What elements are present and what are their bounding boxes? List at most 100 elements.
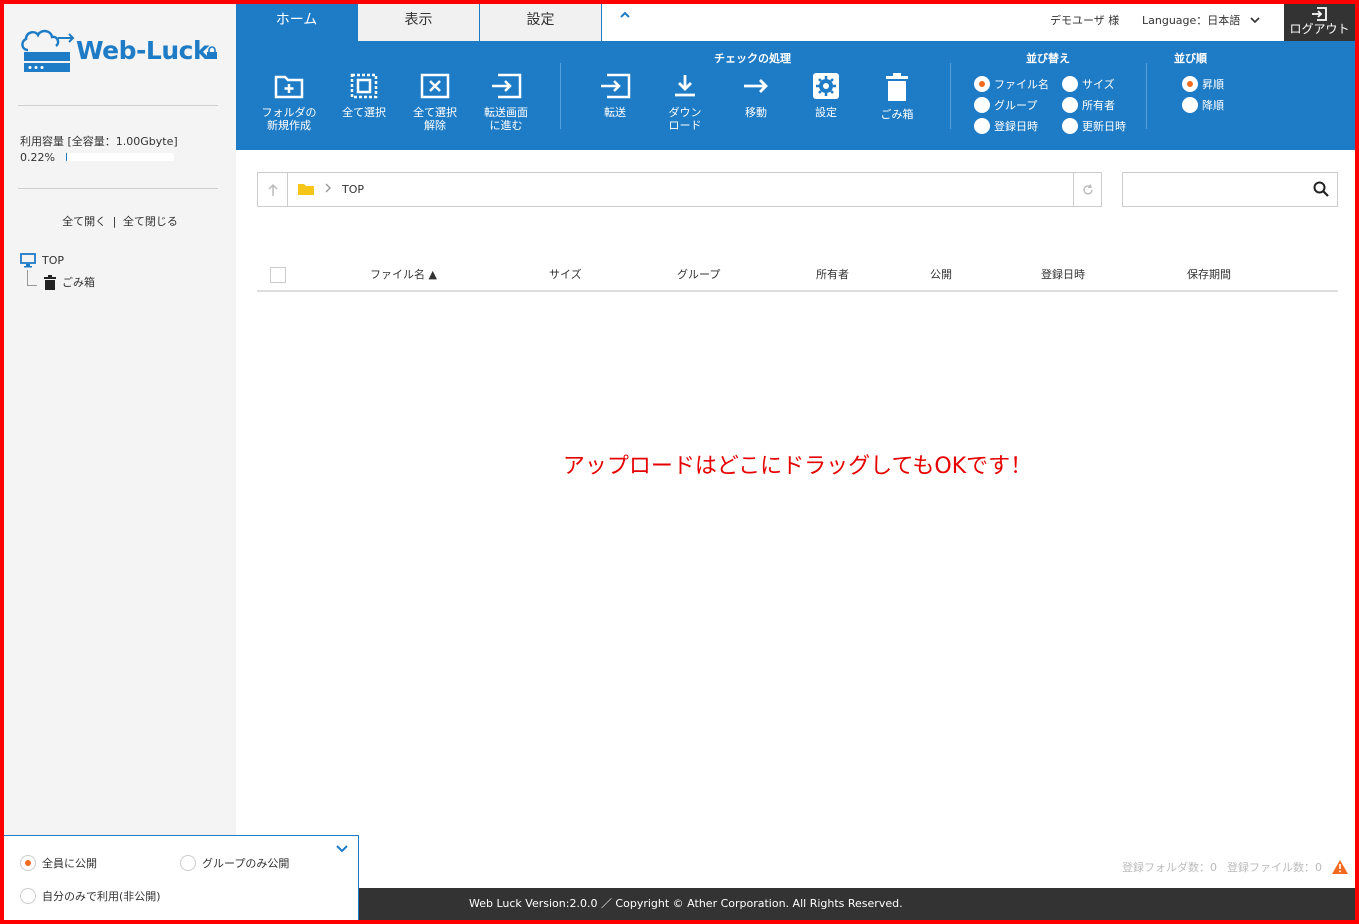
move-button[interactable]: 移動 (723, 73, 789, 119)
tab-view[interactable]: 表示 (358, 4, 480, 41)
warning-icon[interactable] (1332, 860, 1348, 874)
publish-self-radio[interactable] (20, 888, 36, 904)
col-public[interactable]: 公開 (930, 266, 952, 282)
user-name: デモユーザ 様 (1050, 14, 1120, 27)
file-count: 登録ファイル数：0 (1227, 861, 1322, 874)
sort-registered-radio[interactable] (974, 118, 990, 134)
order-heading: 並び順 (1174, 52, 1207, 65)
publish-group-label: グループのみ公開 (202, 857, 290, 870)
usage-label: 利用容量 [全容量：1.00Gbyte] (20, 135, 178, 148)
publish-group-radio[interactable] (180, 855, 196, 871)
search-input[interactable] (1122, 172, 1338, 207)
path-up-button[interactable] (258, 173, 288, 206)
sort-group-option[interactable]: グループ (974, 97, 1037, 113)
sort-filename-radio[interactable] (974, 76, 990, 92)
file-table-header: ファイル名 ▲ サイズ グループ 所有者 公開 登録日時 保存期間 (257, 254, 1338, 292)
select-all-label: 全て選択 (342, 106, 386, 119)
sort-filename-option[interactable]: ファイル名 (974, 76, 1049, 92)
search-icon[interactable] (1313, 181, 1329, 197)
sort-size-label: サイズ (1082, 78, 1115, 91)
usage-bar (66, 153, 174, 161)
sort-filename-label: ファイル名 (994, 78, 1049, 91)
toggle-divider: | (112, 215, 117, 228)
select-all-button[interactable]: 全て選択 (331, 73, 397, 119)
order-desc-option[interactable]: 降順 (1182, 97, 1224, 113)
goto-transfer-label-1: 転送画面 (484, 106, 528, 119)
order-desc-radio[interactable] (1182, 97, 1198, 113)
current-path[interactable]: TOP (342, 183, 364, 196)
transfer-label: 転送 (604, 106, 626, 119)
col-retention[interactable]: 保存期間 (1187, 266, 1231, 282)
lock-icon (207, 46, 217, 59)
download-icon (675, 75, 695, 97)
tree-item-top[interactable]: TOP (20, 253, 64, 268)
logout-button[interactable]: ログアウト (1284, 4, 1355, 41)
drop-zone-message: アップロードはどこにドラッグしてもOKです！ (562, 454, 1033, 479)
download-button[interactable]: ダウン ロード (652, 73, 718, 132)
gear-icon (813, 73, 839, 99)
sidebar: Web-Luck 利用容量 [全容量：1.00Gbyte] 0.22% 全て開く… (4, 4, 236, 920)
sort-heading: 並び替え (1026, 52, 1070, 65)
chevron-down-icon[interactable] (336, 844, 348, 854)
arrow-up-icon (267, 183, 278, 196)
publish-self-option[interactable]: 自分のみで利用(非公開) (20, 888, 161, 904)
status-counts: 登録フォルダ数：0 登録ファイル数：0 (1122, 859, 1348, 875)
tab-home[interactable]: ホーム (236, 4, 358, 41)
sort-updated-option[interactable]: 更新日時 (1062, 118, 1126, 134)
tab-settings[interactable]: 設定 (480, 4, 602, 41)
publish-all-option[interactable]: 全員に公開 (20, 855, 97, 871)
deselect-all-button[interactable]: 全て選択 解除 (402, 73, 468, 132)
app-frame: Web-Luck 利用容量 [全容量：1.00Gbyte] 0.22% 全て開く… (0, 0, 1359, 924)
chevron-up-icon[interactable] (618, 8, 632, 22)
collapse-all-link[interactable]: 全て閉じる (123, 215, 178, 228)
ribbon-separator (950, 63, 951, 129)
trash-icon (44, 274, 56, 290)
tree-item-trash[interactable]: ごみ箱 (44, 274, 95, 290)
publish-all-radio[interactable] (20, 855, 36, 871)
settings-button[interactable]: 設定 (793, 73, 859, 119)
logo-text: Web-Luck (76, 36, 210, 65)
top-tab-bar: ホーム 表示 設定 デモユーザ 様 Language：日本語 ログアウト (236, 4, 1355, 41)
trash-icon (886, 73, 908, 101)
reload-button[interactable] (1073, 173, 1101, 206)
sort-owner-radio[interactable] (1062, 97, 1078, 113)
tree-connector (27, 270, 37, 286)
checked-actions-heading: チェックの処理 (714, 52, 791, 65)
footer: Web Luck Version:2.0.0 ／ Copyright © Ath… (359, 888, 1355, 920)
sort-updated-label: 更新日時 (1082, 120, 1126, 133)
logout-label: ログアウト (1289, 22, 1350, 36)
download-label-1: ダウン (668, 106, 702, 119)
trash-button[interactable]: ごみ箱 (864, 73, 930, 121)
col-registered[interactable]: 登録日時 (1041, 266, 1085, 282)
deselect-icon (420, 73, 450, 99)
sort-registered-option[interactable]: 登録日時 (974, 118, 1038, 134)
select-all-checkbox[interactable] (270, 267, 286, 283)
new-folder-label-1: フォルダの (261, 106, 317, 119)
transfer-icon (601, 73, 631, 99)
trash-label: ごみ箱 (880, 108, 914, 121)
publish-group-option[interactable]: グループのみ公開 (180, 855, 289, 871)
col-size[interactable]: サイズ (549, 266, 582, 282)
sort-group-radio[interactable] (974, 97, 990, 113)
expand-all-link[interactable]: 全て開く (62, 215, 106, 228)
goto-transfer-button[interactable]: 転送画面 に進む (473, 73, 539, 132)
sort-size-radio[interactable] (1062, 76, 1078, 92)
order-asc-radio[interactable] (1182, 76, 1198, 92)
usage-percent: 0.22% (20, 151, 55, 164)
language-label: Language： (1142, 14, 1208, 27)
col-owner[interactable]: 所有者 (816, 266, 849, 282)
col-filename[interactable]: ファイル名 ▲ (370, 266, 437, 282)
sort-owner-option[interactable]: 所有者 (1062, 97, 1115, 113)
folder-count: 登録フォルダ数：0 (1122, 861, 1217, 874)
language-selector[interactable]: Language：日本語 (1142, 12, 1260, 28)
reload-icon (1082, 183, 1093, 195)
order-asc-option[interactable]: 昇順 (1182, 76, 1224, 92)
sort-size-option[interactable]: サイズ (1062, 76, 1115, 92)
transfer-button[interactable]: 転送 (582, 73, 648, 119)
ribbon-separator (560, 63, 561, 129)
col-group[interactable]: グループ (677, 266, 720, 282)
sort-updated-radio[interactable] (1062, 118, 1078, 134)
deselect-label-2: 解除 (424, 119, 446, 132)
new-folder-button[interactable]: フォルダの 新規作成 (256, 73, 322, 132)
folder-plus-icon (274, 75, 304, 99)
